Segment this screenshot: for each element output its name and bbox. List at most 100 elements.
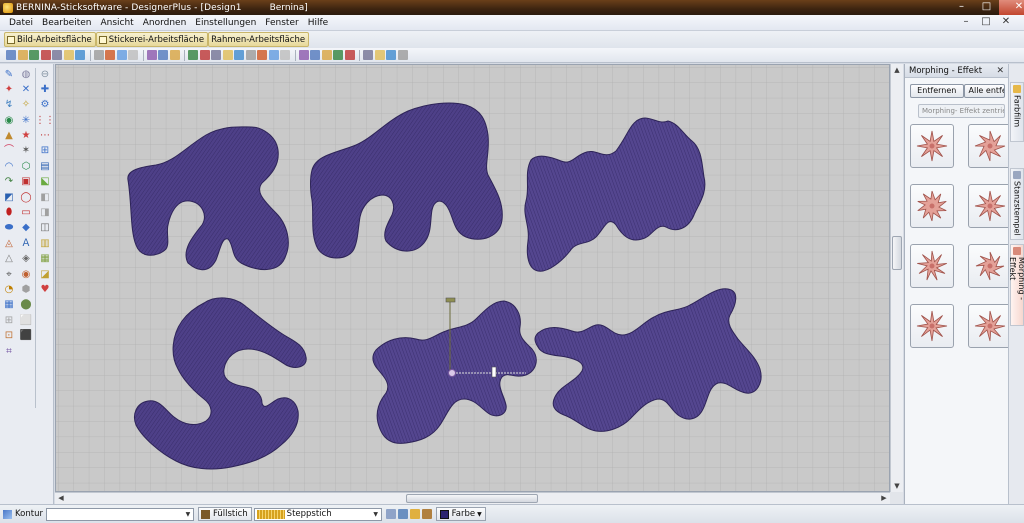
scroll-up-icon[interactable]: ▲	[891, 64, 903, 76]
toolbar-tool-icon[interactable]	[188, 50, 198, 60]
toolbar-tool-icon[interactable]	[158, 50, 168, 60]
horizontal-scroll-thumb[interactable]	[406, 494, 538, 503]
toolbar-tool-icon[interactable]	[199, 50, 210, 60]
tool-icon[interactable]: ✳	[20, 114, 33, 127]
toolbar-tool-icon[interactable]	[146, 50, 157, 60]
transform-icon[interactable]	[397, 509, 408, 519]
tool-icon[interactable]: ◠	[3, 160, 16, 173]
chevron-down-icon[interactable]: ▼	[371, 509, 381, 520]
tool-icon[interactable]: ✦	[3, 83, 16, 96]
mdi-close-button[interactable]: ✕	[996, 16, 1016, 29]
tab-stanzstempel[interactable]: Stanzstempel	[1010, 168, 1024, 240]
menu-einstellungen[interactable]: Einstellungen	[195, 18, 256, 28]
toolbar-tool-icon[interactable]	[63, 50, 74, 60]
maximize-button[interactable]: □	[974, 0, 999, 15]
tool-icon[interactable]: ▦	[3, 299, 16, 312]
tool-icon[interactable]: ⌖	[3, 268, 16, 281]
chevron-down-icon[interactable]: ▼	[477, 511, 482, 518]
toolbar-tool-icon[interactable]	[374, 50, 385, 60]
tool-icon[interactable]: ✎	[3, 68, 16, 81]
menu-ansicht[interactable]: Ansicht	[100, 18, 133, 28]
toolbar-tool-icon[interactable]	[75, 50, 85, 60]
tool-icon[interactable]: ◫	[39, 222, 52, 235]
tool-icon[interactable]: ⬡	[20, 160, 33, 173]
tool-icon[interactable]: ✕	[20, 83, 33, 96]
tool-icon[interactable]: ▤	[39, 160, 52, 173]
tool-icon[interactable]: ♥	[39, 283, 52, 296]
tool-icon[interactable]: ⚙	[39, 99, 52, 112]
tool-icon[interactable]: ⬛	[20, 330, 33, 343]
tool-icon[interactable]: ★	[20, 130, 33, 143]
outline-item[interactable]: Kontur	[3, 507, 43, 522]
color-button[interactable]: Farbe ▼	[435, 507, 486, 521]
tool-icon[interactable]: ⬜	[20, 314, 33, 327]
tool-icon[interactable]: ◧	[39, 191, 52, 204]
tool-icon[interactable]: ⊖	[39, 68, 52, 81]
toolbar-tool-icon[interactable]	[211, 50, 221, 60]
minimize-button[interactable]: –	[949, 0, 974, 15]
tool-icon[interactable]: ▥	[39, 237, 52, 250]
tool-icon[interactable]: ⌗	[3, 345, 16, 358]
docker-close-icon[interactable]: ✕	[996, 66, 1004, 76]
tab-farbfilm[interactable]: Farbfilm	[1010, 82, 1024, 142]
mdi-restore-button[interactable]: □	[976, 16, 996, 29]
tool-icon[interactable]: ⌒	[3, 145, 16, 158]
toolbar-tool-icon[interactable]	[52, 50, 62, 60]
tool-icon[interactable]: ▲	[3, 130, 16, 143]
tab-morphing-effekt[interactable]: Morphing - Effekt	[1008, 244, 1024, 326]
tool-icon[interactable]: ⬮	[3, 207, 16, 220]
menu-anordnen[interactable]: Anordnen	[143, 18, 187, 28]
scroll-right-icon[interactable]: ▶	[878, 493, 890, 504]
remove-all-button[interactable]: Alle entfernen	[963, 84, 1005, 98]
tool-icon[interactable]: ✚	[39, 83, 52, 96]
tool-icon[interactable]: ◪	[39, 268, 52, 281]
mdi-minimize-button[interactable]: –	[956, 16, 976, 29]
effect-star-8b-button[interactable]	[968, 184, 1012, 228]
tool-icon[interactable]: ◔	[3, 283, 16, 296]
tool-icon[interactable]: ▭	[20, 207, 33, 220]
toolbar-tool-icon[interactable]	[40, 50, 51, 60]
stitch-type-combo[interactable]: Steppstich ▼	[253, 507, 382, 521]
scroll-down-icon[interactable]: ▼	[891, 480, 903, 492]
toolbar-tool-icon[interactable]	[397, 50, 408, 60]
select-icon[interactable]	[385, 509, 396, 519]
tool-icon[interactable]: ▣	[20, 176, 33, 189]
tool-icon[interactable]: ⬤	[20, 299, 33, 312]
close-button[interactable]: ✕	[999, 0, 1024, 15]
palette-icon[interactable]	[421, 509, 432, 519]
tool-icon[interactable]: ↯	[3, 99, 16, 112]
tool-icon[interactable]: ⬕	[39, 176, 52, 189]
effect-star-wavy-button[interactable]	[910, 184, 954, 228]
toolbar-tool-icon[interactable]	[169, 50, 180, 60]
toolbar-tool-icon[interactable]	[321, 50, 332, 60]
toolbar-tool-icon[interactable]	[333, 50, 343, 60]
effect-star-8d-button[interactable]	[910, 304, 954, 348]
tool-icon[interactable]: ⊞	[3, 314, 16, 327]
tool-icon[interactable]: Ａ	[20, 237, 33, 250]
tool-icon[interactable]: ◯	[20, 191, 33, 204]
toolbar-tool-icon[interactable]	[268, 50, 279, 60]
menu-fenster[interactable]: Fenster	[265, 18, 298, 28]
fill-stitch-button[interactable]: Füllstich	[197, 507, 252, 521]
effect-star-8e-button[interactable]	[968, 304, 1012, 348]
tool-icon[interactable]: ✶	[20, 145, 33, 158]
toolbar-tool-icon[interactable]	[6, 50, 16, 60]
tool-icon[interactable]: ⊞	[39, 145, 52, 158]
tool-icon[interactable]: ⋯	[39, 130, 52, 143]
tab-rahmen-arbeitsflaeche[interactable]: Rahmen-Arbeitsfläche	[208, 32, 310, 47]
horizontal-scrollbar[interactable]: ◀ ▶	[55, 492, 890, 504]
tool-icon[interactable]: ◆	[20, 222, 33, 235]
remove-button[interactable]: Entfernen	[910, 84, 964, 98]
toolbar-tool-icon[interactable]	[93, 50, 104, 60]
toolbar-tool-icon[interactable]	[363, 50, 373, 60]
toolbar-tool-icon[interactable]	[105, 50, 115, 60]
tool-icon[interactable]: ↷	[3, 176, 16, 189]
tool-icon[interactable]: ◬	[3, 237, 16, 250]
tool-icon[interactable]: ◩	[3, 191, 16, 204]
toolbar-tool-icon[interactable]	[280, 50, 290, 60]
toolbar-tool-icon[interactable]	[128, 50, 138, 60]
tool-icon[interactable]: ⋮⋮	[35, 114, 55, 127]
scroll-left-icon[interactable]: ◀	[55, 493, 67, 504]
tab-stickerei-arbeitsflaeche[interactable]: Stickerei-Arbeitsfläche	[95, 32, 209, 47]
vertical-scroll-thumb[interactable]	[892, 236, 902, 270]
